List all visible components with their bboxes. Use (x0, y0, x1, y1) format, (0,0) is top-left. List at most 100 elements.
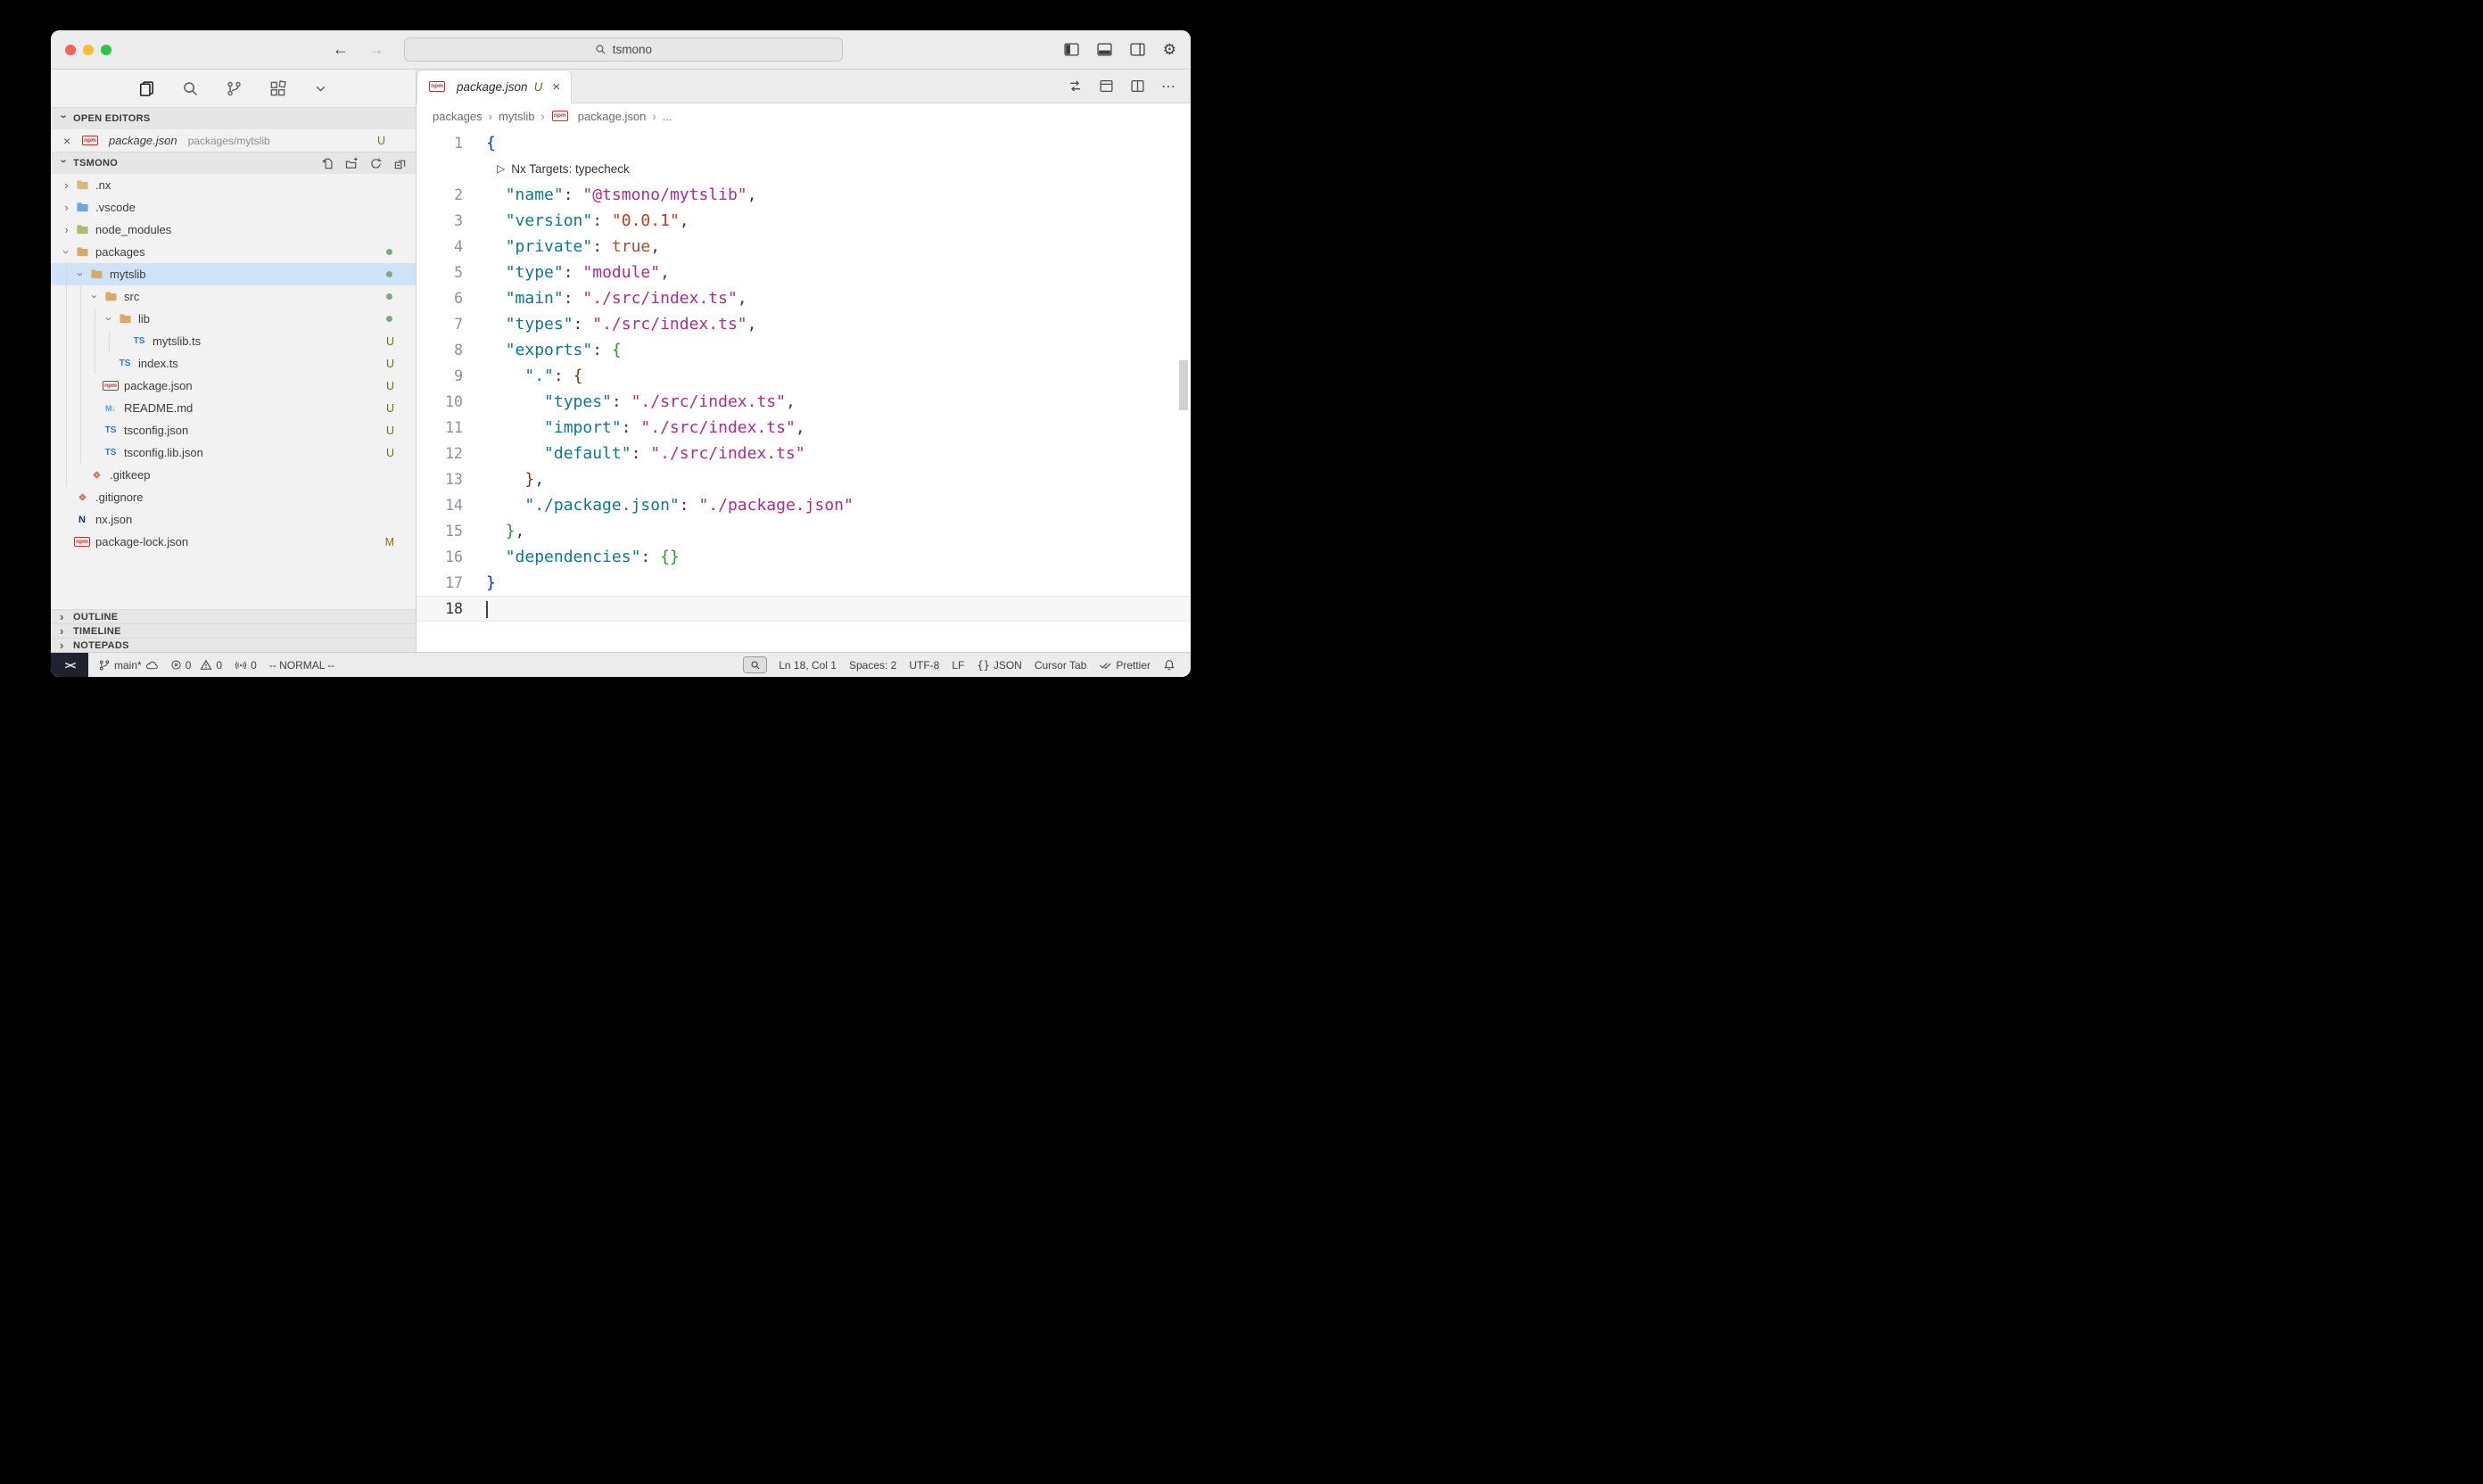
code-line-16[interactable]: 16 "dependencies": {} (417, 544, 1191, 570)
code-line-15[interactable]: 15 }, (417, 518, 1191, 544)
tree-item-mytslib.ts[interactable]: ›TSmytslib.tsU (51, 330, 416, 352)
minimize-window-button[interactable] (83, 45, 94, 55)
code-line-11[interactable]: 11 "import": "./src/index.ts", (417, 415, 1191, 441)
code-line-13[interactable]: 13 }, (417, 466, 1191, 492)
language-mode-status[interactable]: {} JSON (970, 653, 1027, 677)
line-number: 16 (417, 544, 486, 570)
breadcrumb-item-...[interactable]: ... (663, 110, 672, 123)
cursor-tab-status[interactable]: Cursor Tab (1028, 653, 1093, 677)
close-editor-icon[interactable]: × (63, 134, 76, 148)
tree-item-nx.json[interactable]: ›Nnx.json (51, 508, 416, 531)
vim-mode-status[interactable]: -- NORMAL -- (263, 653, 342, 677)
ports-status[interactable]: 0 (228, 653, 263, 677)
tab-package-json[interactable]: npm package.json U × (417, 70, 572, 103)
tree-item-tsconfig.json[interactable]: ›TStsconfig.jsonU (51, 419, 416, 441)
close-window-button[interactable] (65, 45, 76, 55)
new-file-icon[interactable] (321, 157, 334, 170)
chevron-down-icon[interactable] (313, 81, 328, 96)
tree-item-packages[interactable]: ›packages (51, 241, 416, 263)
tree-item-lib[interactable]: ›lib (51, 308, 416, 330)
cursor-position-status[interactable]: Ln 18, Col 1 (772, 653, 843, 677)
tree-item-package-lock.json[interactable]: ›npmpackage-lock.jsonM (51, 531, 416, 553)
breadcrumb-item-package.json[interactable]: npmpackage.json (551, 109, 647, 123)
indentation-status[interactable]: Spaces: 2 (843, 653, 903, 677)
toggle-panel-icon[interactable] (1097, 43, 1112, 56)
code-line-1[interactable]: 1{ (417, 130, 1191, 156)
remote-indicator[interactable]: >< (51, 653, 88, 677)
code-text: "dependencies": {} (486, 544, 680, 570)
open-editors-header[interactable]: › OPEN EDITORS (51, 107, 416, 129)
navigate-forward-icon[interactable]: → (368, 40, 384, 59)
code-line-12[interactable]: 12 "default": "./src/index.ts" (417, 441, 1191, 466)
notepads-section-header[interactable]: › NOTEPADS (51, 638, 416, 652)
editor-scrollbar[interactable] (1179, 360, 1188, 410)
code-line-4[interactable]: 4 "private": true, (417, 234, 1191, 260)
code-line-18[interactable]: 18 (417, 596, 1191, 622)
indent-guide (60, 375, 74, 397)
settings-gear-icon[interactable]: ⚙ (1163, 42, 1176, 57)
problems-status[interactable]: 0 0 (164, 653, 228, 677)
tree-item-mytslib[interactable]: ›mytslib (51, 263, 416, 285)
code-line-10[interactable]: 10 "types": "./src/index.ts", (417, 389, 1191, 415)
code-line-14[interactable]: 14 "./package.json": "./package.json" (417, 492, 1191, 518)
collapse-all-icon[interactable] (393, 157, 407, 170)
code-line-3[interactable]: 3 "version": "0.0.1", (417, 208, 1191, 234)
tree-item-src[interactable]: ›src (51, 285, 416, 308)
md-icon: M↓ (102, 401, 120, 416)
more-actions-icon[interactable]: ⋯ (1161, 78, 1176, 95)
tree-item-README.md[interactable]: ›M↓README.mdU (51, 397, 416, 419)
eol-status[interactable]: LF (945, 653, 970, 677)
untracked-badge: U (386, 335, 394, 348)
code-editor[interactable]: 1{▷Nx Targets: typecheck2 "name": "@tsmo… (417, 128, 1191, 652)
folder-open-icon (116, 312, 134, 326)
open-editor-item[interactable]: × npm package.json packages/mytslib U (51, 129, 416, 152)
source-control-icon[interactable] (226, 80, 243, 97)
code-line-2[interactable]: 2 "name": "@tsmono/mytslib", (417, 182, 1191, 208)
extensions-icon[interactable] (269, 80, 286, 97)
toggle-primary-sidebar-icon[interactable] (1064, 43, 1079, 56)
new-folder-icon[interactable] (345, 157, 359, 170)
code-line-5[interactable]: 5 "type": "module", (417, 260, 1191, 285)
magnifier-status-button[interactable] (743, 656, 767, 673)
branch-status[interactable]: main* (92, 653, 164, 677)
explorer-title: TSMONO (73, 158, 118, 169)
formatter-status[interactable]: Prettier (1093, 653, 1157, 677)
code-line-6[interactable]: 6 "main": "./src/index.ts", (417, 285, 1191, 311)
explorer-section-header[interactable]: › TSMONO (51, 152, 416, 174)
breadcrumb-separator: › (652, 110, 656, 123)
line-number: 8 (417, 337, 486, 363)
notifications-bell-icon[interactable] (1157, 653, 1182, 677)
refresh-icon[interactable] (369, 157, 383, 170)
encoding-status[interactable]: UTF-8 (903, 653, 945, 677)
tree-item-package.json[interactable]: ›npmpackage.jsonU (51, 375, 416, 397)
tree-item-.gitkeep[interactable]: ›.gitkeep (51, 464, 416, 486)
tree-item-.nx[interactable]: ›.nx (51, 174, 416, 196)
toggle-secondary-sidebar-icon[interactable] (1130, 43, 1145, 56)
code-line-17[interactable]: 17} (417, 570, 1191, 596)
compare-changes-icon[interactable] (1068, 78, 1083, 94)
tree-item-node_modules[interactable]: ›node_modules (51, 218, 416, 241)
chevron-down-icon: › (58, 159, 71, 168)
command-center-search[interactable]: tsmono (404, 37, 843, 62)
code-line-9[interactable]: 9 ".": { (417, 363, 1191, 389)
customize-layout-icon[interactable] (1099, 78, 1114, 94)
tree-item-index.ts[interactable]: ›TSindex.tsU (51, 352, 416, 375)
code-line-8[interactable]: 8 "exports": { (417, 337, 1191, 363)
timeline-section-header[interactable]: › TIMELINE (51, 623, 416, 638)
navigate-back-icon[interactable]: ← (333, 40, 349, 59)
tree-item-.gitignore[interactable]: ›.gitignore (51, 486, 416, 508)
search-icon[interactable] (182, 80, 199, 97)
zoom-window-button[interactable] (101, 45, 111, 55)
tree-item-.vscode[interactable]: ›.vscode (51, 196, 416, 218)
code-line-7[interactable]: 7 "types": "./src/index.ts", (417, 311, 1191, 337)
outline-section-header[interactable]: › OUTLINE (51, 609, 416, 623)
breadcrumb-item-packages[interactable]: packages (433, 110, 483, 123)
file-explorer-icon[interactable] (138, 80, 155, 97)
split-editor-icon[interactable] (1130, 78, 1145, 94)
close-tab-icon[interactable]: × (552, 79, 560, 95)
indent-guide (74, 330, 88, 352)
run-target-icon[interactable]: ▷ (497, 156, 505, 182)
codelens-row[interactable]: ▷Nx Targets: typecheck (417, 156, 1191, 182)
tree-item-tsconfig.lib.json[interactable]: ›TStsconfig.lib.jsonU (51, 441, 416, 464)
breadcrumb-item-mytslib[interactable]: mytslib (499, 110, 534, 123)
